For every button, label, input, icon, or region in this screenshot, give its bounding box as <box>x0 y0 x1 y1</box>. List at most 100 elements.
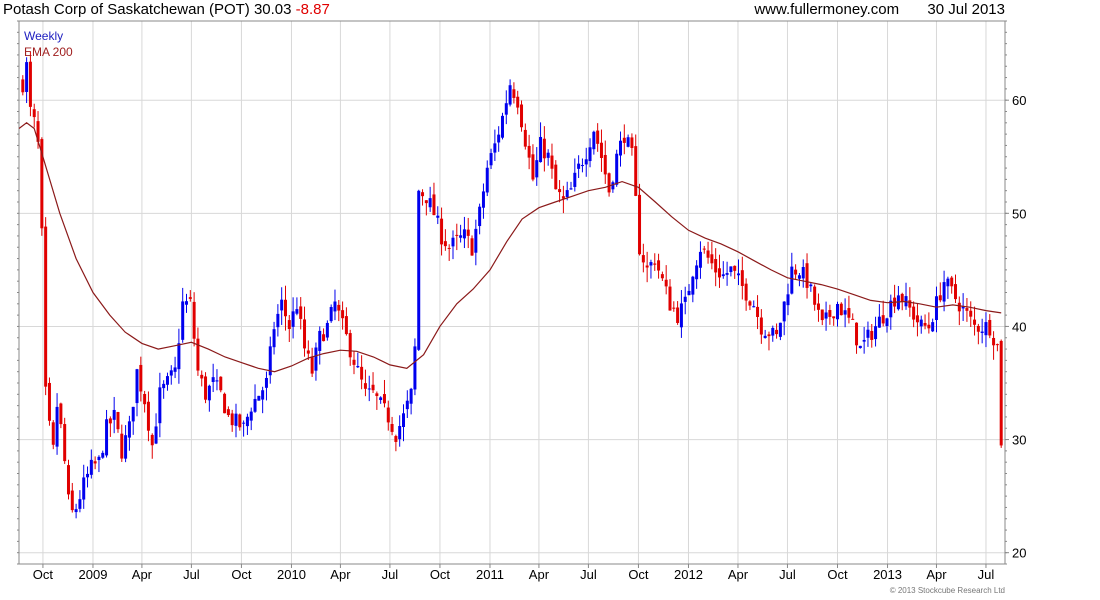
candle-body <box>382 394 386 404</box>
candle-body <box>702 248 706 250</box>
chart-source: www.fullermoney.com 30 Jul 2013 <box>754 1 1005 18</box>
candle-body <box>341 310 345 319</box>
candle-body <box>622 137 626 143</box>
candle-body <box>965 308 969 311</box>
candle-body <box>683 296 687 302</box>
copyright-notice: © 2013 Stockcube Research Ltd <box>889 586 1005 595</box>
x-tick-label: 2011 <box>476 567 504 582</box>
candle-body <box>527 145 531 158</box>
candle-body <box>542 138 546 159</box>
chart-date: 30 Jul 2013 <box>927 1 1005 18</box>
ema-200-line <box>18 122 1002 373</box>
candle-body <box>805 263 809 288</box>
candle-body <box>626 137 630 147</box>
candle-body <box>558 189 562 193</box>
candle-body <box>748 301 752 306</box>
candle-body <box>992 337 996 346</box>
candle-body <box>843 310 847 315</box>
candle-body <box>580 165 584 167</box>
candle-body <box>287 320 291 330</box>
candle-body <box>306 350 310 354</box>
candle-body <box>995 344 999 346</box>
legend-ema: EMA 200 <box>24 45 73 59</box>
candle-body <box>177 343 181 370</box>
candle-body <box>634 146 638 196</box>
candle-body <box>649 262 653 266</box>
candle-body <box>405 400 409 410</box>
candle-body <box>192 301 196 339</box>
x-tick-label: Apr <box>529 567 550 582</box>
candle-body <box>729 266 733 273</box>
candle-body <box>607 173 611 193</box>
candle-body <box>946 278 950 287</box>
candle-body <box>797 275 801 279</box>
candle-body <box>592 131 596 150</box>
candle-body <box>752 306 756 308</box>
legend-weekly: Weekly <box>24 29 64 43</box>
x-tick-label: Oct <box>827 567 848 582</box>
x-tick-label: 2010 <box>277 567 306 582</box>
candle-body <box>337 304 341 311</box>
candle-body <box>984 322 988 336</box>
candle-body <box>436 215 440 218</box>
candle-body <box>299 306 303 319</box>
candle-body <box>74 509 78 513</box>
candle-body <box>325 322 329 338</box>
candle-body <box>706 250 710 258</box>
candle-body <box>135 369 139 404</box>
candle-body <box>89 459 93 475</box>
candle-body <box>618 140 622 156</box>
candle-body <box>249 411 253 421</box>
candle-body <box>999 444 1003 446</box>
candle-body <box>980 331 984 333</box>
chart-grid <box>19 21 1005 564</box>
candle-body <box>360 366 364 380</box>
candle-body <box>535 160 539 178</box>
candle-body <box>763 335 767 339</box>
x-tick-label: Oct <box>628 567 649 582</box>
candle-body <box>303 319 307 349</box>
candle-body <box>47 382 51 421</box>
candle-body <box>740 270 744 286</box>
candle-body <box>794 269 798 275</box>
candle-body <box>862 339 866 342</box>
candle-body <box>790 266 794 294</box>
candle-body <box>691 276 695 295</box>
candle-body <box>440 218 444 245</box>
candle-body <box>668 286 672 311</box>
candle-body <box>154 426 158 444</box>
source-link[interactable]: www.fullermoney.com <box>754 1 899 18</box>
candle-body <box>546 152 550 158</box>
candle-body <box>93 461 97 464</box>
candle-body <box>725 273 729 275</box>
candle-body <box>889 300 893 318</box>
last-price: 30.03 <box>253 1 292 18</box>
candle-body <box>375 393 379 396</box>
candle-body <box>679 303 683 328</box>
candle-body <box>223 393 227 414</box>
candle-body <box>230 413 234 426</box>
candle-body <box>493 143 497 153</box>
candle-body <box>923 323 927 326</box>
candle-body <box>820 309 824 321</box>
candle-body <box>756 306 760 317</box>
candle-body <box>516 96 520 108</box>
candle-body <box>367 388 371 390</box>
candle-body <box>272 329 276 348</box>
candle-body <box>261 390 265 400</box>
candle-body <box>459 235 463 238</box>
candle-body <box>676 307 680 323</box>
x-tick-label: Jul <box>580 567 597 582</box>
candle-body <box>969 310 973 317</box>
candle-body <box>942 282 946 302</box>
candle-body <box>348 333 352 358</box>
candle-body <box>653 263 657 265</box>
candle-body <box>645 265 649 268</box>
candle-body <box>55 406 59 447</box>
candle-body <box>900 293 904 302</box>
x-tick-label: Jul <box>382 567 399 582</box>
candle-body <box>28 61 32 107</box>
x-tick-label: Apr <box>132 567 153 582</box>
candle-body <box>462 229 466 239</box>
candle-body <box>638 194 642 255</box>
